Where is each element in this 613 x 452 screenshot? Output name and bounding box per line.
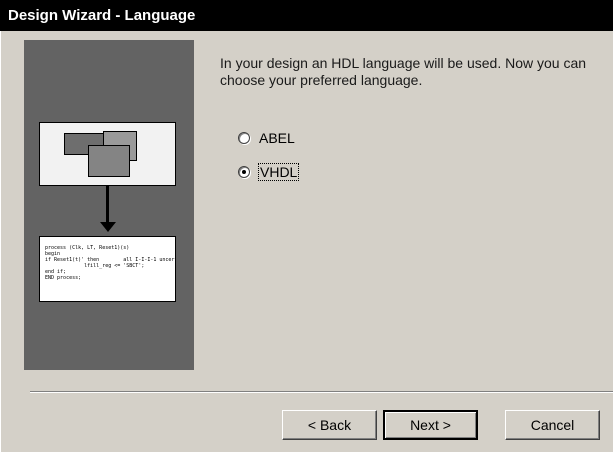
radio-button-vhdl[interactable] <box>238 166 250 178</box>
window-frame <box>0 31 1 452</box>
diagram-block-3 <box>88 145 130 177</box>
arrow-head-icon <box>100 222 116 232</box>
arrow-down-icon <box>106 186 109 223</box>
radio-label-vhdl[interactable]: VHDL <box>257 163 300 181</box>
description-text: In your design an HDL language will be u… <box>220 55 587 88</box>
radio-option-vhdl[interactable]: VHDL <box>238 162 300 182</box>
block-diagram <box>39 122 176 186</box>
wizard-illustration: process (Clk, LT, Reset1)(s) begin if Rese… <box>24 40 194 370</box>
radio-label-abel[interactable]: ABEL <box>259 130 295 146</box>
cancel-button[interactable]: Cancel <box>505 410 600 440</box>
back-button[interactable]: < Back <box>282 410 377 440</box>
next-button[interactable]: Next > <box>383 410 478 440</box>
window-title: Design Wizard - Language <box>0 0 613 31</box>
separator-highlight <box>30 392 613 393</box>
radio-button-abel[interactable] <box>238 132 250 144</box>
radio-option-abel[interactable]: ABEL <box>238 128 295 148</box>
code-line: END process; <box>45 275 82 281</box>
code-snippet: process (Clk, LT, Reset1)(s) begin if Rese… <box>39 236 176 302</box>
